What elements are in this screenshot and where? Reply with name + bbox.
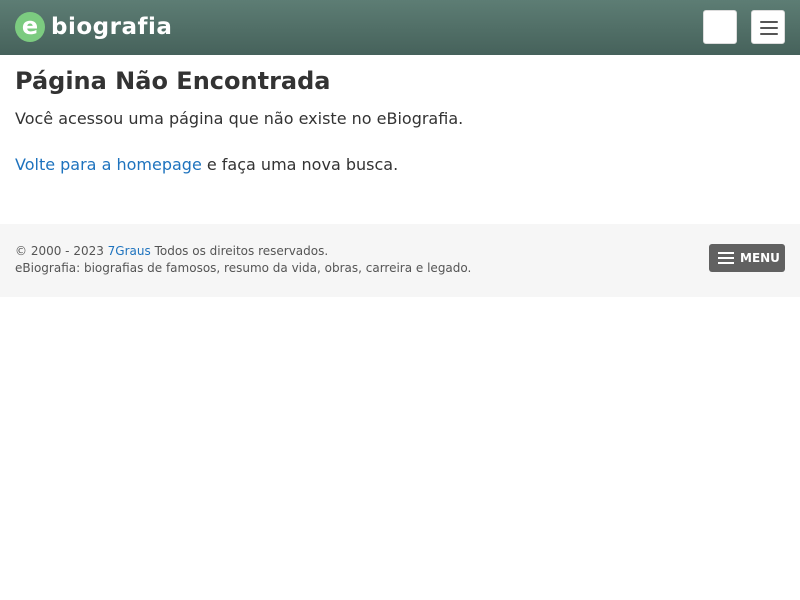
hamburger-bar xyxy=(718,257,734,259)
copyright-suffix: Todos os direitos reservados. xyxy=(150,244,329,258)
site-logo[interactable]: e biografia xyxy=(15,11,172,43)
hamburger-bar xyxy=(760,27,778,29)
menu-button[interactable] xyxy=(751,10,785,44)
footer-menu-label: MENU xyxy=(740,251,780,265)
copyright-prefix: © 2000 - 2023 xyxy=(15,244,108,258)
hamburger-icon xyxy=(718,249,734,267)
logo-badge: e xyxy=(15,12,45,42)
hamburger-bar xyxy=(718,262,734,264)
back-home-line: Volte para a homepage e faça uma nova bu… xyxy=(15,154,785,176)
search-button[interactable] xyxy=(703,10,737,44)
footer-description: eBiografia: biografias de famosos, resum… xyxy=(15,261,472,275)
homepage-link[interactable]: Volte para a homepage xyxy=(15,155,202,174)
main-content: Página Não Encontrada Você acessou uma p… xyxy=(15,66,785,176)
hamburger-bar xyxy=(760,33,778,35)
site-footer: © 2000 - 2023 7Graus Todos os direitos r… xyxy=(0,224,800,297)
copyright-line: © 2000 - 2023 7Graus Todos os direitos r… xyxy=(15,243,471,260)
logo-text: biografia xyxy=(51,14,173,40)
site-header: e biografia xyxy=(0,0,800,55)
company-link[interactable]: 7Graus xyxy=(108,244,151,258)
footer-text: © 2000 - 2023 7Graus Todos os direitos r… xyxy=(15,243,471,277)
page-title: Página Não Encontrada xyxy=(15,67,331,95)
hamburger-bar xyxy=(718,252,734,254)
back-home-suffix: e faça uma nova busca. xyxy=(201,155,399,174)
not-found-message: Você acessou uma página que não existe n… xyxy=(15,109,464,128)
hamburger-icon xyxy=(760,21,778,39)
footer-menu-button[interactable]: MENU xyxy=(709,244,785,272)
hamburger-bar xyxy=(760,21,778,23)
